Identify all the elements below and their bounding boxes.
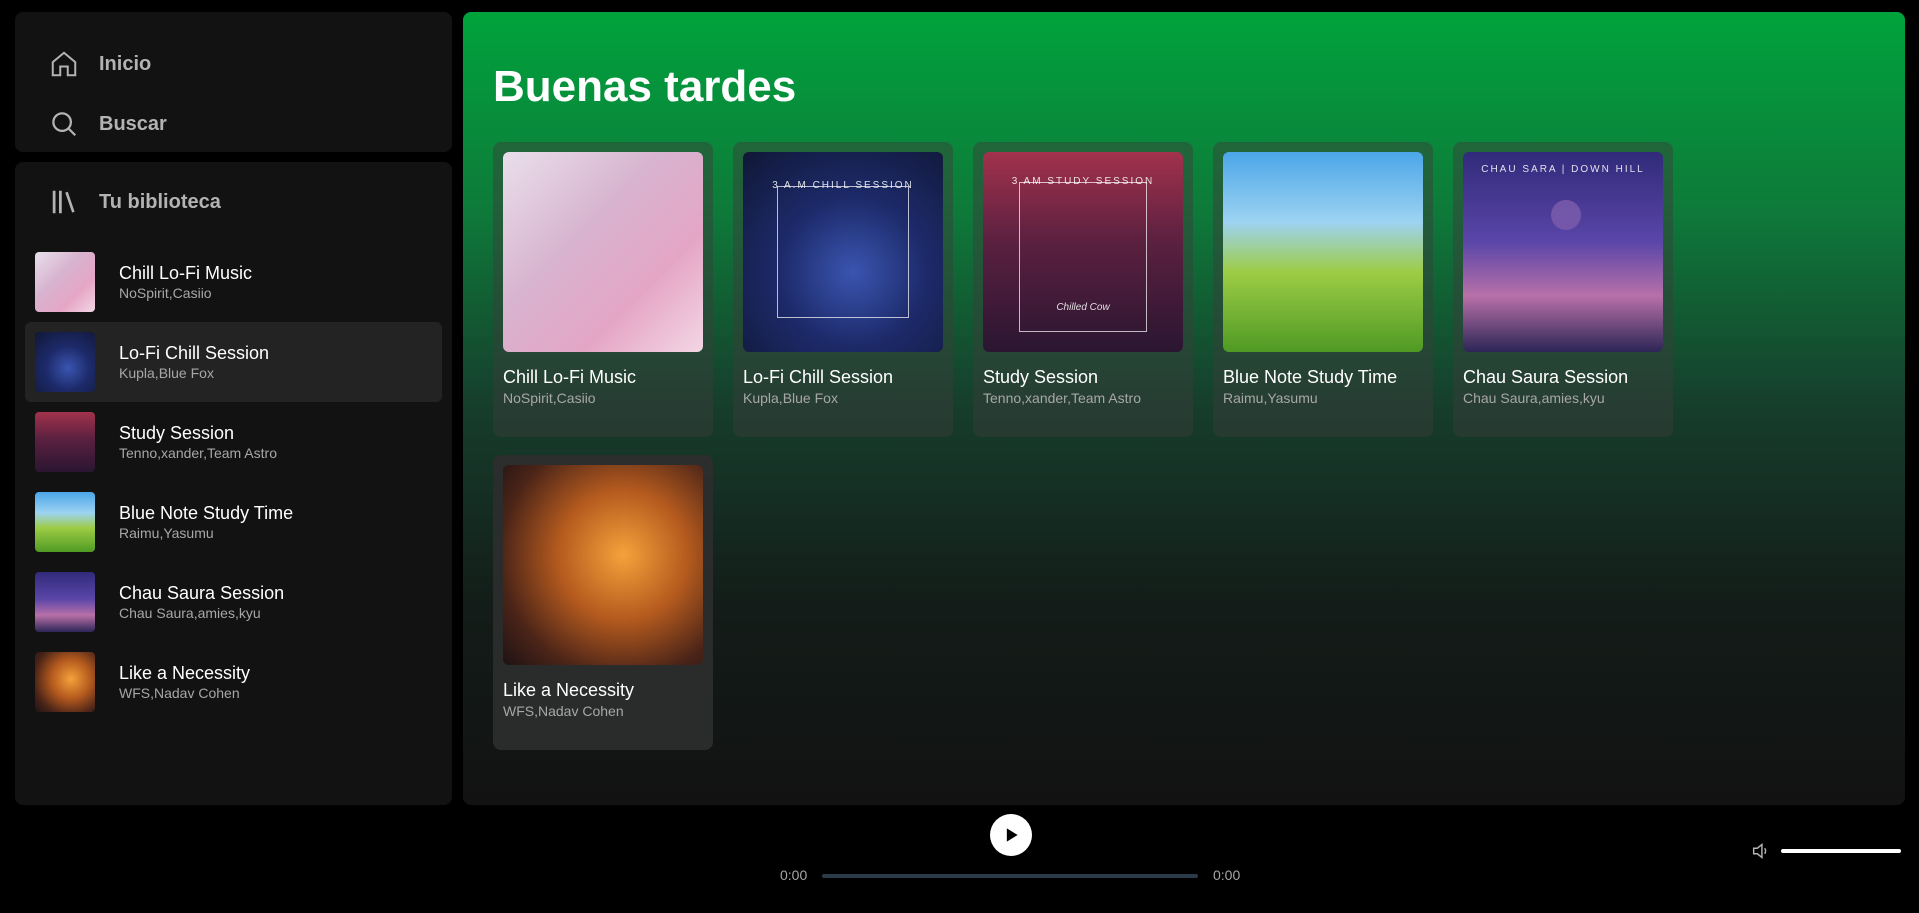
library-item-artists: Kupla,Blue Fox — [119, 365, 214, 381]
library-title: Tu biblioteca — [99, 190, 221, 213]
playlist-card[interactable]: Blue Note Study Time Raimu,Yasumu — [1213, 142, 1433, 437]
playlist-cover — [35, 412, 95, 472]
art-caption: 3 A.M CHILL SESSION — [772, 180, 914, 191]
library-item-artists: Tenno,xander,Team Astro — [119, 445, 277, 461]
playlist-cover — [35, 332, 95, 392]
playlist-card[interactable]: Chill Lo-Fi Music NoSpirit,Casiio — [493, 142, 713, 437]
moon-shape — [1551, 200, 1581, 230]
progress-bar[interactable] — [822, 874, 1198, 878]
playlist-cover — [35, 652, 95, 712]
library-item-title: Blue Note Study Time — [119, 503, 294, 523]
player-bar: 0:00 0:00 — [0, 805, 1919, 913]
playlist-art: 3 A.M CHILL SESSION — [743, 152, 943, 352]
library-header[interactable]: Tu biblioteca — [25, 162, 442, 242]
card-artists: Tenno,xander,Team Astro — [983, 390, 1141, 406]
total-time: 0:00 — [1213, 867, 1241, 883]
playlist-art: 3 AM STUDY SESSION Chilled Cow — [983, 152, 1183, 352]
playlist-art — [503, 152, 703, 352]
card-title: Study Session — [983, 367, 1099, 387]
home-icon — [51, 51, 77, 77]
library-panel: Tu biblioteca Chill Lo-Fi Music NoSpirit… — [15, 162, 452, 805]
nav-panel: Inicio Buscar — [15, 12, 452, 152]
library-item[interactable]: Chill Lo-Fi Music NoSpirit,Casiio — [25, 242, 442, 322]
library-item-artists: Raimu,Yasumu — [119, 525, 214, 541]
card-title: Blue Note Study Time — [1223, 367, 1398, 387]
playlist-cover — [35, 572, 95, 632]
library-item[interactable]: Study Session Tenno,xander,Team Astro — [25, 402, 442, 482]
card-artists: Raimu,Yasumu — [1223, 390, 1318, 406]
library-item[interactable]: Chau Saura Session Chau Saura,amies,kyu — [25, 562, 442, 642]
nav-search-label: Buscar — [99, 112, 167, 135]
current-time: 0:00 — [780, 867, 808, 883]
playlist-art — [503, 465, 703, 665]
art-subcaption: Chilled Cow — [1056, 302, 1110, 313]
card-title: Chau Saura Session — [1463, 367, 1629, 387]
library-item-title: Study Session — [119, 423, 235, 443]
card-artists: Chau Saura,amies,kyu — [1463, 390, 1605, 406]
card-artists: WFS,Nadav Cohen — [503, 703, 624, 719]
library-item[interactable]: Blue Note Study Time Raimu,Yasumu — [25, 482, 442, 562]
card-title: Like a Necessity — [503, 680, 635, 700]
library-item-artists: NoSpirit,Casiio — [119, 285, 212, 301]
volume-icon[interactable] — [1750, 840, 1772, 862]
playlist-cover — [35, 252, 95, 312]
playlist-card[interactable]: Like a Necessity WFS,Nadav Cohen — [493, 455, 713, 750]
playlist-card[interactable]: CHAU SARA | DOWN HILL Chau Saura Session… — [1453, 142, 1673, 437]
playlist-art: CHAU SARA | DOWN HILL — [1463, 152, 1663, 352]
card-title: Chill Lo-Fi Music — [503, 367, 637, 387]
playlist-card[interactable]: 3 AM STUDY SESSION Chilled Cow Study Ses… — [973, 142, 1193, 437]
art-frame — [777, 186, 909, 318]
library-item[interactable]: Like a Necessity WFS,Nadav Cohen — [25, 642, 442, 722]
library-item-title: Like a Necessity — [119, 663, 251, 683]
library-item-title: Chau Saura Session — [119, 583, 285, 603]
card-artists: Kupla,Blue Fox — [743, 390, 838, 406]
play-icon — [1006, 828, 1018, 842]
nav-home[interactable]: Inicio — [49, 34, 418, 94]
volume-slider[interactable] — [1781, 849, 1901, 853]
playlist-cover — [35, 492, 95, 552]
playlist-art — [1223, 152, 1423, 352]
library-item-title: Chill Lo-Fi Music — [119, 263, 253, 283]
search-icon — [52, 112, 77, 137]
library-item-artists: Chau Saura,amies,kyu — [119, 605, 261, 621]
library-item-artists: WFS,Nadav Cohen — [119, 685, 240, 701]
greeting-title: Buenas tardes — [493, 62, 797, 111]
library-icon — [52, 190, 75, 214]
art-caption: 3 AM STUDY SESSION — [1011, 176, 1155, 187]
card-title: Lo-Fi Chill Session — [743, 367, 894, 387]
main-content: Buenas tardes Chill Lo-Fi Music NoSpirit… — [463, 12, 1905, 805]
playlist-grid: Chill Lo-Fi Music NoSpirit,Casiio 3 A.M … — [493, 142, 1875, 750]
library-item-title: Lo-Fi Chill Session — [119, 343, 270, 363]
art-caption: CHAU SARA | DOWN HILL — [1481, 164, 1645, 175]
play-button[interactable] — [990, 814, 1032, 856]
card-artists: NoSpirit,Casiio — [503, 390, 596, 406]
playlist-card[interactable]: 3 A.M CHILL SESSION Lo-Fi Chill Session … — [733, 142, 953, 437]
library-item[interactable]: Lo-Fi Chill Session Kupla,Blue Fox — [25, 322, 442, 402]
nav-home-label: Inicio — [99, 52, 152, 75]
nav-search[interactable]: Buscar — [49, 94, 418, 154]
